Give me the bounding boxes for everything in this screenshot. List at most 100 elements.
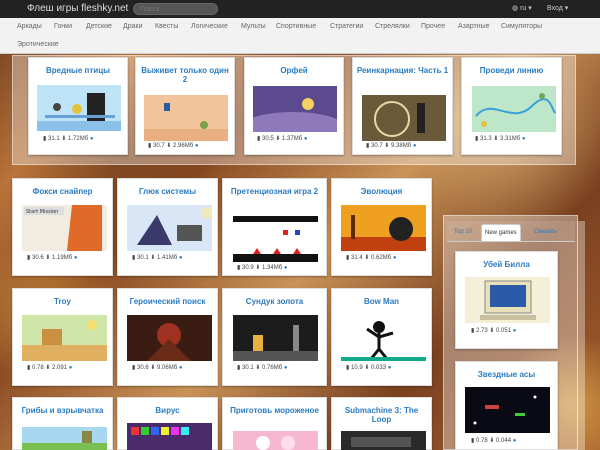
download-icon: ⬇ <box>166 143 172 149</box>
language-label: ru <box>520 5 527 12</box>
download-icon: ⬇ <box>255 265 261 271</box>
category-kids[interactable]: Детские <box>86 23 112 30</box>
game-rating: 31.3 <box>479 136 492 142</box>
game-card[interactable]: Вредные птицы ▮ 31.1 ⬇ 1.72Мб ● <box>28 57 128 155</box>
comment-icon: ● <box>68 365 73 371</box>
download-icon: ⬇ <box>364 365 370 371</box>
game-card[interactable]: Troy ▮ 0.78 ⬇ 2.091 ● <box>12 288 113 386</box>
login-menu[interactable]: Вход ▾ <box>547 4 568 12</box>
game-title: Грибы и взрывчатка <box>21 406 104 415</box>
comment-icon: ● <box>303 136 308 142</box>
bars-icon: ▮ <box>237 365 241 371</box>
download-icon: ⬇ <box>255 365 261 371</box>
sidebar-game-card[interactable]: Звездные асы ▮ 0.78 ⬇ 0.044 ● <box>455 361 558 450</box>
game-thumbnail <box>341 205 426 251</box>
game-title: Претенциозная игра 2 <box>230 187 319 196</box>
download-icon: ⬇ <box>364 255 370 261</box>
category-shooters[interactable]: Стрелялки <box>375 23 410 30</box>
game-title: Фокси снайпер <box>32 187 93 196</box>
game-card[interactable]: Bow Man ▮ 10.9 ⬇ 0.033 ● <box>331 288 432 386</box>
site-brand[interactable]: Флеш игры fleshky.net <box>27 3 128 14</box>
comment-icon: ● <box>512 328 517 334</box>
game-title: Вирус <box>155 406 180 415</box>
game-rating: 31.1 <box>47 136 60 142</box>
download-icon: ⬇ <box>150 255 156 261</box>
game-title: Bow Man <box>363 297 400 306</box>
game-card[interactable]: Выживет только один 2 ▮ 30.7 ⬇ 2.96Мб ● <box>135 57 235 155</box>
game-thumbnail <box>341 315 426 361</box>
bars-icon: ▮ <box>471 438 475 444</box>
comment-icon: ● <box>521 136 526 142</box>
category-fighting[interactable]: Драки <box>123 23 143 30</box>
game-title: Глюк системы <box>138 187 197 196</box>
game-card[interactable]: Грибы и взрывчатка <box>12 397 113 450</box>
game-card[interactable]: Сундук золота ▮ 30.1 ⬇ 0.76Мб ● <box>222 288 327 386</box>
game-thumbnail <box>341 431 426 450</box>
game-rating: 30.6 <box>31 255 44 261</box>
category-sports[interactable]: Спортивные <box>276 23 316 30</box>
bars-icon: ▮ <box>43 136 47 142</box>
category-arcade[interactable]: Аркады <box>17 23 42 30</box>
game-thumbnail <box>465 277 550 323</box>
tab-related[interactable]: Связать <box>531 224 560 241</box>
game-stats: ▮ 31.4 ⬇ 0.62Мб ● <box>346 254 429 261</box>
category-erotic[interactable]: Эротические <box>17 41 59 48</box>
game-rating: 2.73 <box>475 328 488 334</box>
thumbnail-caption: Start Mission <box>26 209 58 215</box>
game-card[interactable]: Проведи линию ▮ 31.3 ⬇ 3.31Мб ● <box>461 57 562 155</box>
game-thumbnail <box>233 431 318 450</box>
game-rating: 30.7 <box>152 143 165 149</box>
game-card[interactable]: Реинкарнация: Часть 1 ▮ 30.7 ⬇ 9.38Мб ● <box>352 57 453 155</box>
game-thumbnail <box>127 423 212 450</box>
category-simulators[interactable]: Симуляторы <box>501 23 542 30</box>
bars-icon: ▮ <box>237 265 241 271</box>
comment-icon: ● <box>283 265 288 271</box>
bars-icon: ▮ <box>27 255 31 261</box>
game-title: Вредные птицы <box>46 66 110 75</box>
category-logic[interactable]: Логические <box>191 23 228 30</box>
game-card[interactable]: Фокси снайпер Start Mission ▮ 30.6 ⬇ 1.1… <box>12 178 113 276</box>
language-switch[interactable]: ◍ ru ▾ <box>512 4 532 12</box>
top-navbar: Флеш игры fleshky.net ◍ ru ▾ Вход ▾ <box>0 0 600 18</box>
comment-icon: ● <box>73 255 78 261</box>
game-rating: 10.9 <box>350 365 363 371</box>
game-card[interactable]: Вирус <box>117 397 218 450</box>
tab-top10[interactable]: Top 10 <box>451 224 475 241</box>
game-title: Приготовь мороженое <box>230 406 319 415</box>
game-size: 1.34Мб <box>262 265 283 271</box>
game-stats: ▮ 30.9 ⬇ 1.34Мб ● <box>237 264 324 271</box>
category-strategy[interactable]: Стратегии <box>330 23 363 30</box>
search-input[interactable] <box>133 3 218 15</box>
category-gambling[interactable]: Азартные <box>458 23 490 30</box>
game-rating: 0.78 <box>475 438 488 444</box>
game-card[interactable]: Глюк системы ▮ 30.1 ⬇ 1.41Мб ● <box>117 178 218 276</box>
sidebar-game-card[interactable]: Убей Билла ▮ 2.73 ⬇ 0.051 ● <box>455 251 558 349</box>
category-cartoons[interactable]: Мульты <box>241 23 266 30</box>
game-card[interactable]: Submachine 3: The Loop <box>331 397 432 450</box>
game-stats: ▮ 30.7 ⬇ 9.38Мб ● <box>366 142 450 149</box>
comment-icon: ● <box>194 143 199 149</box>
game-thumbnail <box>362 95 446 141</box>
caret-down-icon: ▾ <box>528 5 532 12</box>
comment-icon: ● <box>178 365 183 371</box>
game-title: Выживет только один 2 <box>141 66 229 84</box>
game-card[interactable]: Героический поиск ▮ 30.6 ⬇ 9.06Мб ● <box>117 288 218 386</box>
category-other[interactable]: Прочее <box>421 23 445 30</box>
category-racing[interactable]: Гонки <box>54 23 72 30</box>
game-thumbnail <box>22 427 107 450</box>
game-card[interactable]: Приготовь мороженое <box>222 397 327 450</box>
game-stats: ▮ 31.3 ⬇ 3.31Мб ● <box>475 135 559 142</box>
bars-icon: ▮ <box>471 328 475 334</box>
sidebar-scrollbar[interactable] <box>577 221 585 450</box>
game-size: 3.31Мб <box>500 136 521 142</box>
game-size: 0.62Мб <box>371 255 392 261</box>
tab-new-games[interactable]: New games <box>481 224 521 241</box>
bars-icon: ▮ <box>148 143 152 149</box>
game-card[interactable]: Претенциозная игра 2 ▮ 30.9 ⬇ 1.34Мб ● <box>222 178 327 276</box>
category-quests[interactable]: Квесты <box>155 23 178 30</box>
game-stats: ▮ 30.5 ⬇ 1.37Мб ● <box>257 135 341 142</box>
game-card[interactable]: Орфей ▮ 30.5 ⬇ 1.37Мб ● <box>244 57 344 155</box>
game-rating: 30.1 <box>136 255 149 261</box>
caret-down-icon: ▾ <box>564 5 569 12</box>
game-card[interactable]: Эволюция ▮ 31.4 ⬇ 0.62Мб ● <box>331 178 432 276</box>
